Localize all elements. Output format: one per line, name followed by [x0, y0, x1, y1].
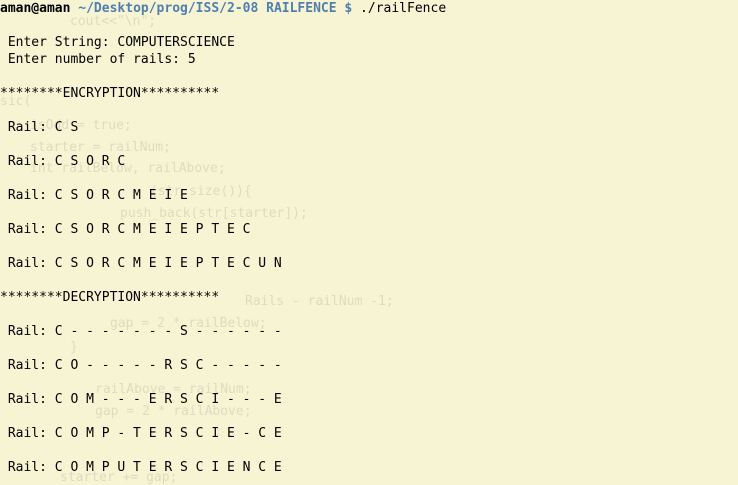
- encryption-rail-line: Rail: C S O R C M E I E P T E C: [0, 222, 251, 237]
- encryption-rail-line: Rail: C S O R C: [0, 154, 126, 169]
- prompt-line: aman@aman ~/Desktop/prog/ISS/2-08 RAILFE…: [0, 0, 446, 17]
- decryption-rail-line: Rail: C O M P - T E R S C I E - C E: [0, 426, 282, 441]
- decryption-rail-line: Rail: C O M - - - E R S C I - - - E: [0, 392, 282, 407]
- encryption-rail-line: Rail: C S O R C M E I E P T E C U N: [0, 256, 282, 271]
- decryption-header: ********DECRYPTION**********: [0, 290, 220, 305]
- decryption-rail-line: Rail: C O M P U T E R S C I E N C E: [0, 460, 282, 475]
- encryption-rail-line: Rail: C S O R C M E I E: [0, 188, 188, 203]
- encryption-header: ********ENCRYPTION**********: [0, 86, 220, 101]
- prompt-command: ./railFence: [360, 1, 447, 16]
- terminal-window: aman@aman ~/Desktop/prog/ISS/2-08 RAILFE…: [0, 0, 738, 483]
- decryption-rail-line: Rail: C O - - - - - R S C - - - - -: [0, 358, 282, 373]
- enter-string-line: Enter String: COMPUTERSCIENCE: [0, 35, 235, 50]
- prompt-path: ~/Desktop/prog/ISS/2-08 RAILFENCE $: [78, 1, 353, 16]
- decryption-rail-line: Rail: C - - - - - - - S - - - - - -: [0, 324, 282, 339]
- prompt-user-host: aman@aman: [0, 1, 71, 16]
- enter-rails-line: Enter number of rails: 5: [0, 52, 196, 67]
- encryption-rail-line: Rail: C S: [0, 120, 79, 135]
